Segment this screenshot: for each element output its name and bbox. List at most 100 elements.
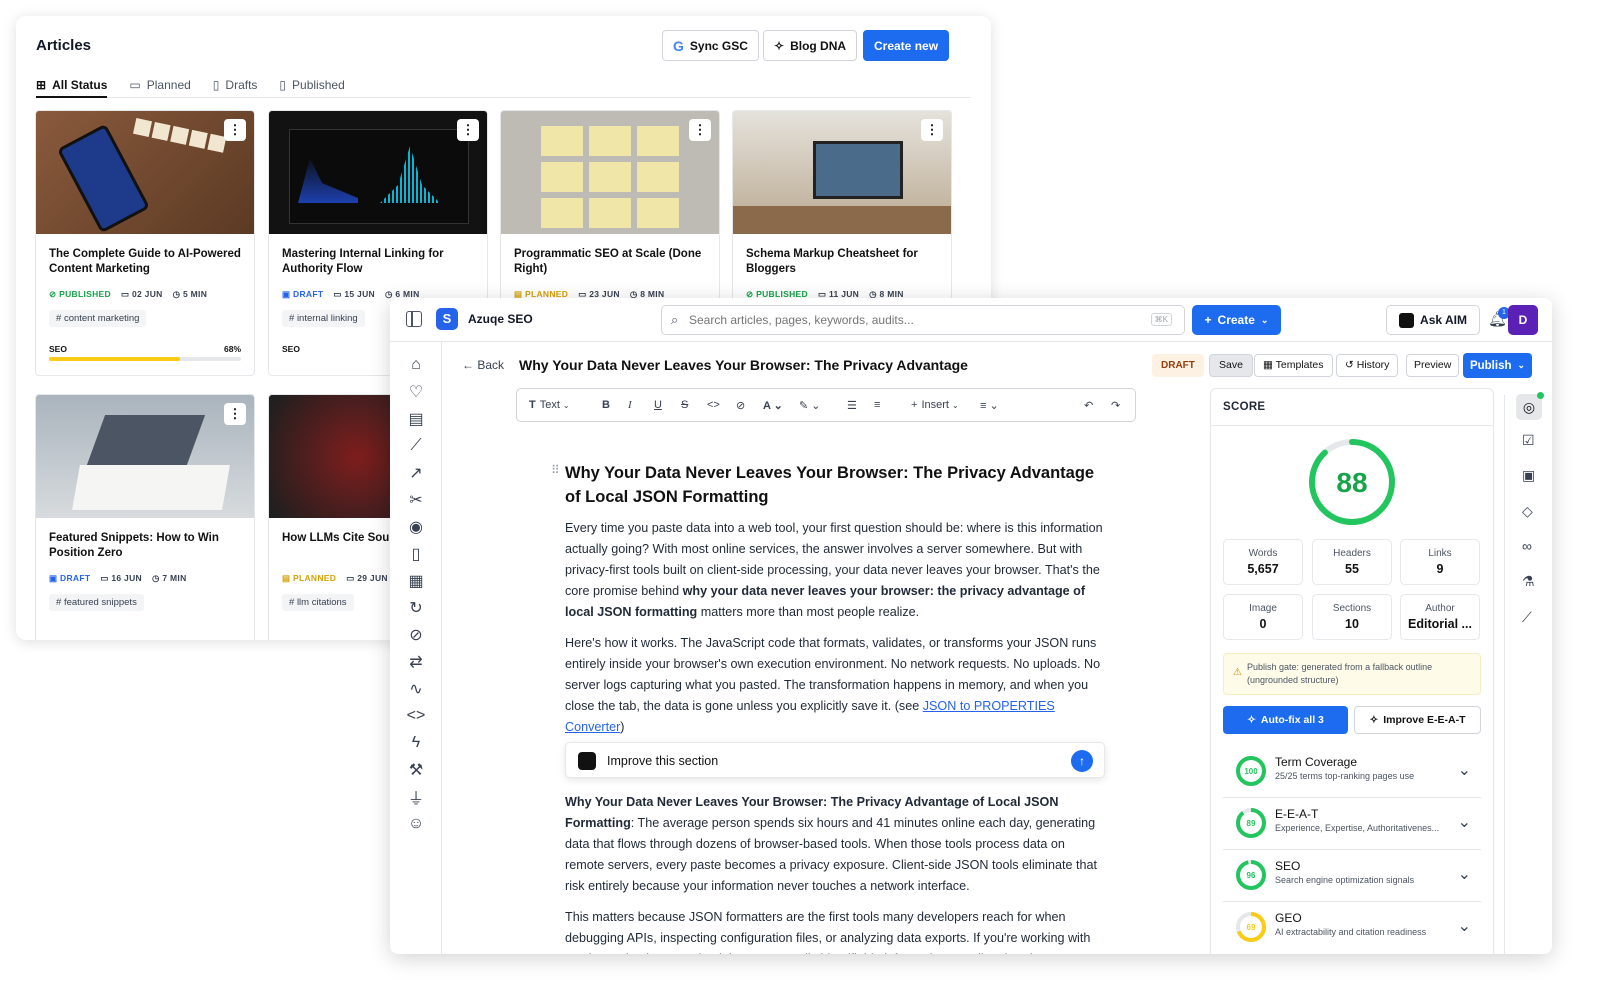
auto-fix-button[interactable]: ✧ Auto-fix all 3 (1223, 706, 1348, 734)
create-button[interactable]: + Create ⌄ (1192, 305, 1281, 335)
paragraph[interactable]: Why Your Data Never Leaves Your Browser:… (565, 792, 1105, 897)
back-button[interactable]: ← Back (462, 358, 504, 372)
user-circle-icon[interactable]: ☺ (406, 814, 426, 834)
metric-seo[interactable]: 96 SEO Search engine optimization signal… (1223, 850, 1481, 902)
clipboard-icon[interactable]: ▤ (406, 409, 426, 429)
strikethrough-icon[interactable]: S (681, 389, 688, 421)
avatar[interactable]: D (1508, 305, 1538, 335)
send-arrow-icon[interactable]: ↑ (1071, 750, 1093, 772)
card-menu-button[interactable]: ⋮ (224, 403, 246, 425)
link-icon[interactable]: ∞ (1522, 538, 1532, 554)
flask-icon[interactable]: ⚗ (1522, 573, 1535, 590)
ai-prompt-box[interactable]: Improve this section ↑ (565, 742, 1105, 778)
home-icon[interactable]: ⌂ (406, 355, 426, 375)
metric-score-value: 89 (1247, 819, 1256, 828)
card-tag[interactable]: # internal linking (282, 310, 365, 327)
arrow-left-icon: ← (462, 358, 474, 372)
metric-geo[interactable]: 69 GEO AI extractability and citation re… (1223, 902, 1481, 954)
card-menu-button[interactable]: ⋮ (224, 119, 246, 141)
image-icon[interactable]: ▣ (1522, 467, 1535, 484)
underline-icon[interactable]: U (654, 389, 662, 421)
highlight-icon[interactable]: ✎ ⌄ (799, 389, 821, 421)
card-title[interactable]: Schema Markup Cheatsheet for Bloggers (746, 247, 941, 277)
refresh-icon[interactable]: ↻ (406, 598, 426, 618)
card-title[interactable]: The Complete Guide to AI-Powered Content… (49, 247, 244, 277)
metric-score-ring: 100 (1236, 756, 1266, 786)
tag-icon[interactable]: ◇ (1522, 503, 1533, 520)
tab-published[interactable]: ▯ Published (279, 74, 344, 96)
article-heading[interactable]: Why Your Data Never Leaves Your Browser:… (565, 461, 1105, 509)
code-icon[interactable]: <> (707, 389, 720, 421)
search-input[interactable] (689, 311, 1129, 329)
card-title[interactable]: Programmatic SEO at Scale (Done Right) (514, 247, 709, 277)
search-box[interactable]: ⌕ ⌘K (661, 305, 1185, 335)
sparkle-icon: ✧ (1369, 714, 1379, 726)
undo-icon[interactable]: ↶ (1084, 389, 1093, 421)
link-icon[interactable]: ⊘ (406, 625, 426, 645)
magic-wand-icon[interactable]: ⟋ (406, 436, 426, 456)
magic-wand-icon[interactable]: ⟋ (1522, 609, 1532, 626)
aim-logo-icon (578, 752, 596, 770)
tab-planned[interactable]: ▭ Planned (129, 74, 190, 96)
document-icon[interactable]: ▯ (406, 544, 426, 564)
ai-prompt-input[interactable]: Improve this section (607, 754, 718, 768)
wrench-icon[interactable]: ⚒ (406, 760, 426, 780)
bolt-icon[interactable]: ϟ (406, 733, 426, 753)
document-body[interactable]: Why Your Data Never Leaves Your Browser:… (565, 461, 1105, 954)
card-title[interactable]: Featured Snippets: How to Win Position Z… (49, 531, 244, 561)
ask-aim-button[interactable]: Ask AIM (1386, 305, 1480, 335)
code-icon[interactable]: <> (406, 706, 426, 726)
card-menu-button[interactable]: ⋮ (689, 119, 711, 141)
tab-drafts[interactable]: ▯ Drafts (213, 74, 258, 96)
heart-icon[interactable]: ♡ (406, 382, 426, 402)
redo-icon[interactable]: ↷ (1111, 389, 1120, 421)
sync-gsc-button[interactable]: G Sync GSC (662, 30, 759, 61)
calendar-icon[interactable]: ▦ (406, 571, 426, 591)
metric-eeat[interactable]: 89 E-E-A-T Experience, Expertise, Author… (1223, 798, 1481, 850)
paragraph[interactable]: Here's how it works. The JavaScript code… (565, 633, 1105, 738)
card-menu-button[interactable]: ⋮ (457, 119, 479, 141)
bold-icon[interactable]: B (602, 389, 610, 421)
article-card[interactable]: ⋮ Featured Snippets: How to Win Position… (35, 394, 255, 640)
paragraph[interactable]: This matters because JSON formatters are… (565, 907, 1105, 954)
activity-icon[interactable]: ∿ (406, 679, 426, 699)
improve-eeat-button[interactable]: ✧ Improve E-E-A-T (1354, 706, 1481, 734)
swap-icon[interactable]: ⇄ (406, 652, 426, 672)
seo-score: SEO 68% (49, 344, 241, 354)
text-style-dropdown[interactable]: T Text ⌄ (529, 389, 570, 421)
card-tag[interactable]: # llm citations (282, 594, 354, 611)
drag-handle-icon[interactable]: ⠿ (551, 463, 560, 477)
insert-dropdown[interactable]: + Insert ⌄ (911, 389, 959, 421)
blog-dna-button[interactable]: ✧ Blog DNA (763, 30, 858, 61)
history-button[interactable]: ↺ History (1336, 354, 1399, 377)
sidebar-toggle-icon[interactable] (406, 311, 422, 327)
metric-term-coverage[interactable]: 100 Term Coverage 25/25 terms top-rankin… (1223, 746, 1481, 798)
card-title[interactable]: Mastering Internal Linking for Authority… (282, 247, 477, 277)
font-color-icon[interactable]: A ⌄ (763, 389, 783, 421)
plug-icon[interactable]: ⏚ (406, 787, 426, 808)
numbered-list-icon[interactable]: ≡ (874, 389, 880, 421)
preview-button[interactable]: Preview (1406, 354, 1460, 377)
checklist-icon[interactable]: ☑ (1522, 432, 1535, 449)
paragraph[interactable]: Every time you paste data into a web too… (565, 518, 1105, 623)
scissors-icon[interactable]: ✂ (406, 490, 426, 510)
card-tag[interactable]: # content marketing (49, 310, 147, 327)
italic-icon[interactable]: I (628, 389, 632, 421)
trending-icon[interactable]: ↗ (406, 463, 426, 483)
save-button[interactable]: Save (1209, 354, 1253, 377)
bullet-list-icon[interactable]: ☰ (847, 389, 857, 421)
search-icon: ⌕ (671, 312, 679, 327)
card-menu-button[interactable]: ⋮ (921, 119, 943, 141)
create-new-button[interactable]: Create new (863, 30, 950, 61)
draft-icon: ▣ (282, 289, 291, 299)
link-icon[interactable]: ⊘ (736, 389, 745, 421)
metric-score-value: 100 (1244, 767, 1258, 776)
tab-all-status[interactable]: ⊞ All Status (36, 74, 108, 98)
status-tabs: ⊞ All Status ▭ Planned ▯ Drafts ▯ Published (36, 74, 971, 98)
article-card[interactable]: ⋮ The Complete Guide to AI-Powered Conte… (35, 110, 255, 376)
divider (1211, 425, 1493, 426)
align-icon[interactable]: ≡ ⌄ (980, 389, 999, 421)
eye-icon[interactable]: ◉ (406, 517, 426, 537)
templates-button[interactable]: ▦ Templates (1254, 354, 1333, 377)
card-tag[interactable]: # featured snippets (49, 594, 144, 611)
